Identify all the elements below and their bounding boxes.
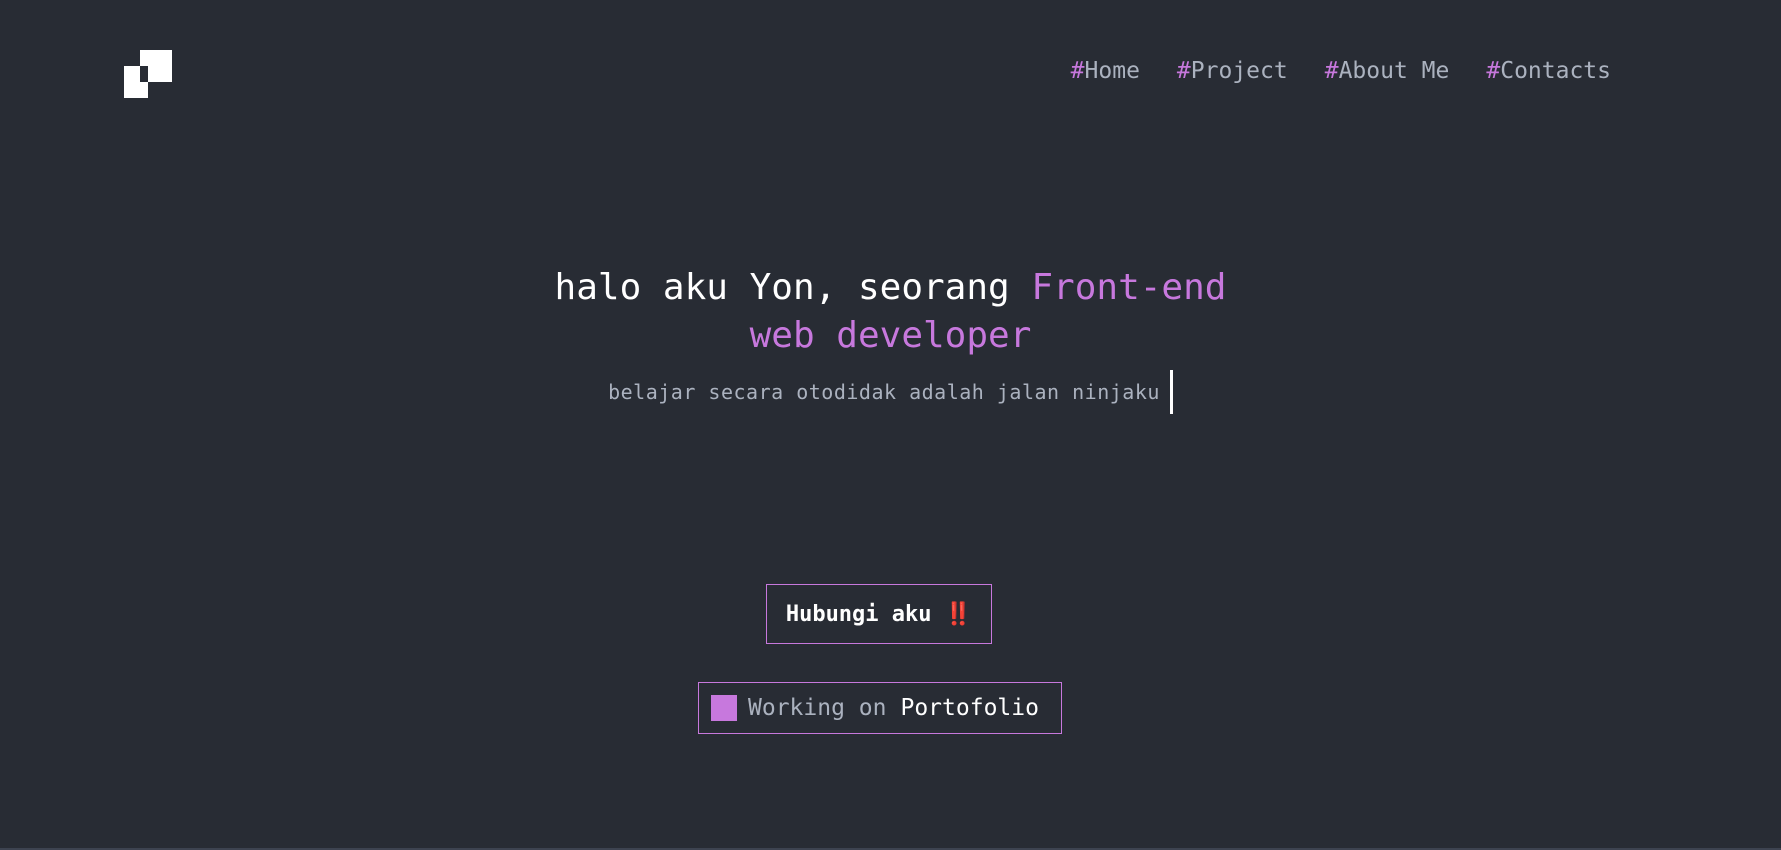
text-cursor-icon [1169,370,1173,414]
nav-contacts[interactable]: #Contacts [1486,55,1611,87]
hero-title-prefix: halo aku Yon, seorang [554,267,1032,308]
hero-title: halo aku Yon, seorang Front-end web deve… [0,264,1781,360]
status-badge: Working on Portofolio [698,682,1062,734]
nav-home-label: Home [1084,58,1140,84]
main-nav: #Home #Project #About Me #Contacts [1071,55,1611,87]
status-square-icon [711,695,737,721]
nav-project-label: Project [1190,58,1288,84]
nav-about-me-hash: # [1324,58,1339,84]
hero-title-accent-front-end: Front-end [1031,267,1227,308]
pixel-logo-icon[interactable] [124,50,172,98]
hero-title-accent-web-developer: web developer [749,315,1032,356]
status-prefix: Working on [748,695,887,721]
contact-button[interactable]: Hubungi aku ‼️ [766,584,992,644]
nav-contacts-label: Contacts [1500,58,1611,84]
nav-project[interactable]: #Project [1177,55,1288,87]
hero-tagline-row: belajar secara otodidak adalah jalan nin… [0,370,1781,414]
nav-about-me[interactable]: #About Me [1325,55,1450,87]
nav-project-hash: # [1176,58,1191,84]
nav-home-hash: # [1070,58,1085,84]
nav-about-me-label: About Me [1338,58,1450,84]
nav-contacts-hash: # [1486,58,1501,84]
status-project-name: Portofolio [900,695,1039,721]
nav-home[interactable]: #Home [1071,55,1140,87]
hero-tagline: belajar secara otodidak adalah jalan nin… [608,380,1160,404]
